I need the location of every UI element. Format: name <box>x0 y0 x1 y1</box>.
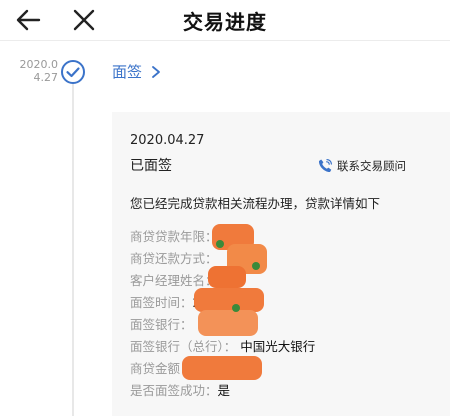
phone-icon <box>318 159 332 173</box>
card-status: 已面签 <box>130 158 172 174</box>
intro-text: 您已经完成贷款相关流程办理，贷款详情如下 <box>130 196 381 211</box>
row-value: 是 <box>217 383 231 398</box>
detail-row: 面签时间：2 <box>130 294 200 312</box>
card-date: 2020.04.27 <box>130 133 205 148</box>
detail-row: 是否面签成功：是 <box>130 382 230 400</box>
page-title: 交易进度 <box>183 10 267 34</box>
row-label: 面签时间： <box>130 295 193 310</box>
contact-label: 联系交易顾问 <box>337 159 406 173</box>
row-label: 是否面签成功： <box>130 383 218 398</box>
detail-row: 商贷贷款年限： <box>130 228 218 246</box>
step-link-signing[interactable]: 面签 <box>112 61 162 82</box>
contact-advisor-button[interactable]: 联系交易顾问 <box>317 158 406 174</box>
row-value: 中国光大银行 <box>240 339 316 354</box>
row-label: 商贷贷款年限： <box>130 229 218 244</box>
row-label: 商贷还款方式： <box>130 251 218 266</box>
chevron-right-icon <box>152 65 160 78</box>
row-label: 面签银行（总行）： <box>130 339 237 354</box>
detail-row: 面签银行： <box>130 316 193 334</box>
row-label: 客户经理姓名： <box>130 273 218 288</box>
detail-card: 2020.04.27 已面签 联系交易顾问 您已经完成贷款相关流程办理，贷款详情… <box>112 112 450 416</box>
row-label: 面签银行： <box>130 317 193 332</box>
step-label: 面签 <box>112 63 143 81</box>
timeline-line <box>72 78 74 416</box>
top-bar: 交易进度 <box>0 0 450 41</box>
timeline-date: 2020.0 4.27 <box>19 58 59 84</box>
check-circle-icon <box>61 60 85 84</box>
detail-row: 面签银行（总行）： 中国光大银行 <box>130 338 315 356</box>
detail-row: 商贷还款方式： <box>130 250 218 268</box>
